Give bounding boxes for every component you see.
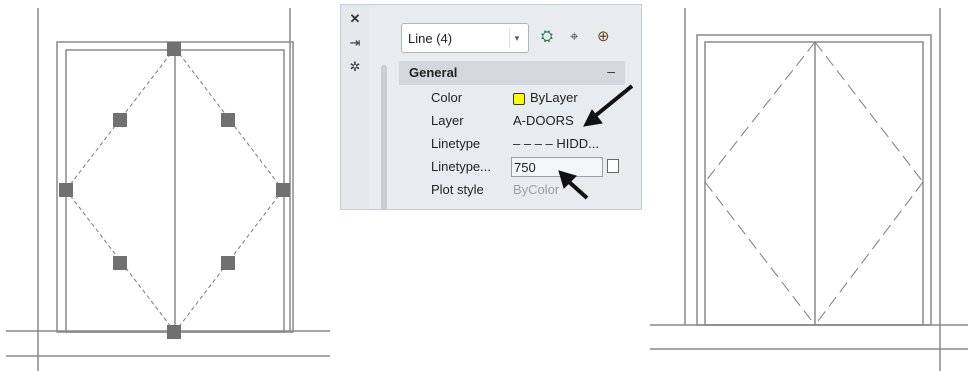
arrow-icon [558,170,589,200]
door-frame-outer [696,34,932,326]
swing-line-hidden [704,181,816,326]
swing-line-hidden [704,41,816,183]
grip-square[interactable] [113,113,127,127]
annotation-overlay [558,84,634,200]
grip-square[interactable] [59,183,73,197]
swing-line-hidden [814,41,924,183]
swing-line-hidden [814,181,924,326]
cad-view-after[interactable] [648,0,968,371]
arrow-icon [583,84,634,127]
grip-square[interactable] [276,183,290,197]
grip-square[interactable] [167,42,181,56]
grip-square[interactable] [113,256,127,270]
grip-square[interactable] [221,256,235,270]
door-frame-inner [704,41,924,326]
grip-square[interactable] [221,113,235,127]
grip-square[interactable] [167,325,181,339]
cad-view-before[interactable] [0,0,340,371]
